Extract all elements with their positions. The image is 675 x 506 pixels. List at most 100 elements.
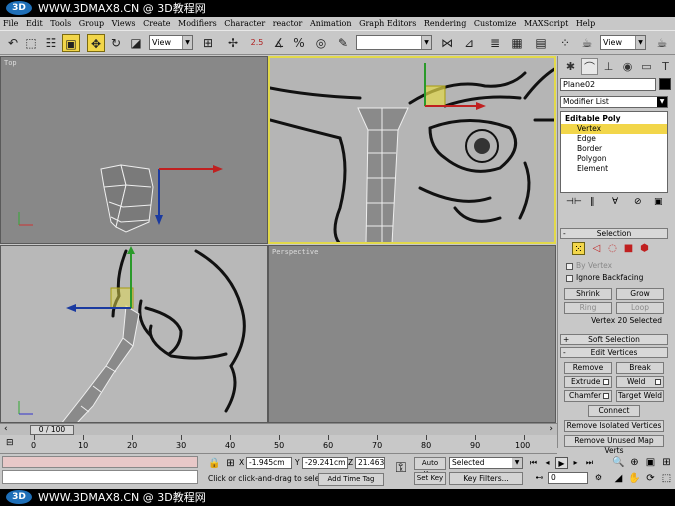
- spinner-snap-icon[interactable]: ◎: [312, 34, 330, 52]
- target-weld-button[interactable]: Target Weld: [616, 390, 664, 402]
- selection-rollout-header[interactable]: - Selection: [560, 228, 668, 239]
- prev-frame-icon[interactable]: ‹: [4, 424, 8, 434]
- arc-rotate-icon[interactable]: ⟳: [644, 472, 657, 485]
- play-icon[interactable]: ▶: [555, 457, 568, 469]
- time-slider[interactable]: ‹ 0 / 100 ›: [0, 423, 557, 435]
- menu-file[interactable]: File: [0, 19, 20, 28]
- viewport-label[interactable]: Perspective: [272, 248, 318, 256]
- menu-group[interactable]: Group: [76, 19, 106, 28]
- zoom-extents-icon[interactable]: ▣: [644, 456, 657, 469]
- previous-frame-icon[interactable]: ◂: [541, 457, 554, 469]
- viewport-left[interactable]: [0, 245, 268, 423]
- modifier-list-select[interactable]: Modifier List ▼: [560, 96, 668, 108]
- element-mode-icon[interactable]: ⬢: [638, 242, 651, 255]
- remove-unused-map-verts-button[interactable]: Remove Unused Map Verts: [564, 435, 664, 455]
- x-coordinate-field[interactable]: -1.945cm: [246, 457, 292, 469]
- extrude-button[interactable]: Extrude: [564, 376, 612, 388]
- render-view-select[interactable]: View ▼: [600, 35, 646, 50]
- quick-render-icon[interactable]: ☕: [653, 34, 671, 52]
- viewport-top[interactable]: Top: [0, 56, 268, 244]
- align-icon[interactable]: ⊿: [460, 34, 478, 52]
- layer-manager-icon[interactable]: ≣: [486, 34, 504, 52]
- ignore-backfacing-checkbox[interactable]: Ignore Backfacing: [566, 273, 643, 283]
- chamfer-button[interactable]: Chamfer: [564, 390, 612, 402]
- zoom-icon[interactable]: 🔍: [612, 456, 625, 469]
- menu-graph-editors[interactable]: Graph Editors: [356, 19, 418, 28]
- angle-snap-icon[interactable]: ∡: [270, 34, 288, 52]
- mirror-icon[interactable]: ⋈: [438, 34, 456, 52]
- add-time-tag-button[interactable]: Add Time Tag: [318, 473, 384, 486]
- go-to-start-icon[interactable]: ⏮: [527, 457, 540, 469]
- absolute-mode-icon[interactable]: ⊞: [224, 457, 237, 470]
- modify-tab-icon[interactable]: ⌒: [581, 58, 598, 75]
- motion-tab-icon[interactable]: ◉: [619, 58, 636, 75]
- configure-sets-icon[interactable]: ▣: [654, 197, 663, 207]
- render-scene-icon[interactable]: ☕: [578, 34, 596, 52]
- track-bar[interactable]: ⊟ 0 10 20 30 40 50 60 70 80 90 100: [0, 435, 557, 454]
- viewport-perspective[interactable]: Perspective: [268, 245, 556, 423]
- named-selection-select[interactable]: ▼: [356, 35, 432, 50]
- move-icon[interactable]: ✥: [87, 34, 105, 52]
- key-mode-toggle-icon[interactable]: ⊷: [533, 472, 546, 484]
- key-filters-button[interactable]: Key Filters...: [449, 472, 523, 485]
- loop-button[interactable]: Loop: [616, 302, 664, 314]
- percent-snap-icon[interactable]: %: [290, 34, 308, 52]
- scale-icon[interactable]: ◪: [127, 34, 145, 52]
- border-mode-icon[interactable]: ◌: [606, 242, 619, 255]
- z-coordinate-field[interactable]: 21.463cm: [355, 457, 385, 469]
- current-frame-field[interactable]: 0: [548, 472, 588, 484]
- remove-isolated-vertices-button[interactable]: Remove Isolated Vertices: [564, 420, 664, 432]
- next-frame-icon[interactable]: ▸: [569, 457, 582, 469]
- settings-icon[interactable]: [655, 379, 661, 385]
- object-name-field[interactable]: Plane02: [560, 78, 656, 91]
- show-end-result-icon[interactable]: ‖: [590, 197, 595, 207]
- snap-toggle-icon[interactable]: 2.5: [248, 34, 266, 52]
- select-region-icon[interactable]: ▣: [62, 34, 80, 52]
- menu-animation[interactable]: Animation: [307, 19, 354, 28]
- mini-curve-editor-icon[interactable]: ⊟: [6, 438, 14, 448]
- stack-item-edge[interactable]: Edge: [561, 134, 667, 144]
- menu-customize[interactable]: Customize: [471, 19, 519, 28]
- menu-reactor[interactable]: reactor: [270, 19, 305, 28]
- lock-selection-icon[interactable]: 🔒: [208, 457, 221, 470]
- menu-modifiers[interactable]: Modifiers: [175, 19, 219, 28]
- undo-icon[interactable]: ↶: [4, 34, 22, 52]
- viewport-front[interactable]: [268, 56, 556, 244]
- menu-maxscript[interactable]: MAXScript: [521, 19, 570, 28]
- set-key-button[interactable]: Set Key: [414, 472, 446, 485]
- pivot-center-icon[interactable]: ⊞: [199, 34, 217, 52]
- utilities-tab-icon[interactable]: T: [657, 58, 674, 75]
- stack-item-editable-poly[interactable]: Editable Poly: [561, 114, 667, 124]
- menu-help[interactable]: Help: [573, 19, 597, 28]
- time-slider-thumb[interactable]: 0 / 100: [30, 425, 74, 435]
- select-by-name-icon[interactable]: ☷: [42, 34, 60, 52]
- settings-icon[interactable]: [603, 393, 609, 399]
- object-color-swatch[interactable]: [659, 78, 671, 90]
- time-configuration-icon[interactable]: ⚙: [592, 472, 605, 484]
- break-button[interactable]: Break: [616, 362, 664, 374]
- ring-button[interactable]: Ring: [564, 302, 612, 314]
- select-manipulate-icon[interactable]: ✢: [224, 34, 242, 52]
- select-object-icon[interactable]: ⬚: [22, 34, 40, 52]
- shrink-button[interactable]: Shrink: [564, 288, 612, 300]
- menu-tools[interactable]: Tools: [47, 19, 73, 28]
- stack-item-element[interactable]: Element: [561, 164, 667, 174]
- remove-button[interactable]: Remove: [564, 362, 612, 374]
- polygon-mode-icon[interactable]: ■: [622, 242, 635, 255]
- key-mode-select[interactable]: Selected ▼: [449, 457, 523, 469]
- hierarchy-tab-icon[interactable]: ⊥: [600, 58, 617, 75]
- auto-key-button[interactable]: Auto Key: [414, 457, 446, 478]
- stack-item-border[interactable]: Border: [561, 144, 667, 154]
- grow-button[interactable]: Grow: [616, 288, 664, 300]
- field-of-view-icon[interactable]: ◢: [612, 472, 625, 485]
- zoom-extents-all-icon[interactable]: ⊞: [660, 456, 673, 469]
- display-tab-icon[interactable]: ▭: [638, 58, 655, 75]
- rotate-icon[interactable]: ↻: [107, 34, 125, 52]
- menu-edit[interactable]: Edit: [23, 19, 45, 28]
- maxscript-input[interactable]: [2, 470, 198, 484]
- key-icon[interactable]: ⚿: [390, 461, 412, 475]
- make-unique-icon[interactable]: ∀: [612, 197, 618, 207]
- reference-coord-select[interactable]: View ▼: [149, 35, 193, 50]
- zoom-all-icon[interactable]: ⊕: [628, 456, 641, 469]
- weld-button[interactable]: Weld: [616, 376, 664, 388]
